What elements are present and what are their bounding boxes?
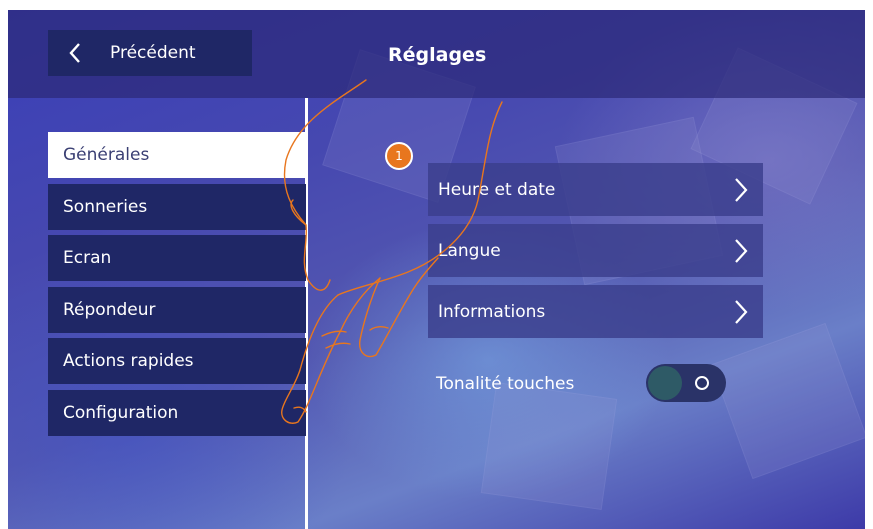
sidebar-item-label: Configuration	[63, 403, 179, 423]
sidebar-item-generales[interactable]: Générales	[48, 132, 306, 178]
row-label: Heure et date	[438, 179, 556, 200]
sidebar-item-actions-rapides[interactable]: Actions rapides	[48, 338, 306, 384]
device-screen: Précédent Réglages Générales Sonneries E…	[8, 10, 865, 529]
sidebar-item-label: Ecran	[63, 248, 112, 268]
row-label: Informations	[438, 301, 546, 322]
sidebar-item-sonneries[interactable]: Sonneries	[48, 184, 306, 230]
sidebar-item-repondeur[interactable]: Répondeur	[48, 287, 306, 333]
back-button[interactable]: Précédent	[48, 30, 252, 76]
row-label: Langue	[438, 240, 501, 261]
chevron-left-icon	[69, 43, 80, 63]
sidebar-item-label: Générales	[63, 145, 150, 165]
key-tone-toggle[interactable]	[646, 364, 726, 402]
chevron-right-icon	[735, 177, 748, 202]
sidebar-item-configuration[interactable]: Configuration	[48, 390, 306, 436]
row-heure-et-date[interactable]: Heure et date	[428, 163, 763, 216]
back-button-label: Précédent	[110, 43, 196, 63]
row-langue[interactable]: Langue	[428, 224, 763, 277]
chevron-right-icon	[735, 299, 748, 324]
row-informations[interactable]: Informations	[428, 285, 763, 338]
sidebar-item-label: Sonneries	[63, 197, 148, 217]
background-cube	[480, 382, 618, 510]
sidebar-item-label: Actions rapides	[63, 351, 194, 371]
toggle-knob	[648, 366, 682, 400]
toggle-label: Tonalité touches	[436, 374, 575, 394]
step-badge: 1	[385, 142, 413, 170]
circle-outline-icon	[695, 376, 709, 390]
background-cube	[710, 322, 865, 480]
sidebar-item-ecran[interactable]: Ecran	[48, 235, 306, 281]
sidebar-item-label: Répondeur	[63, 300, 156, 320]
chevron-right-icon	[735, 238, 748, 263]
page-title: Réglages	[388, 44, 487, 66]
